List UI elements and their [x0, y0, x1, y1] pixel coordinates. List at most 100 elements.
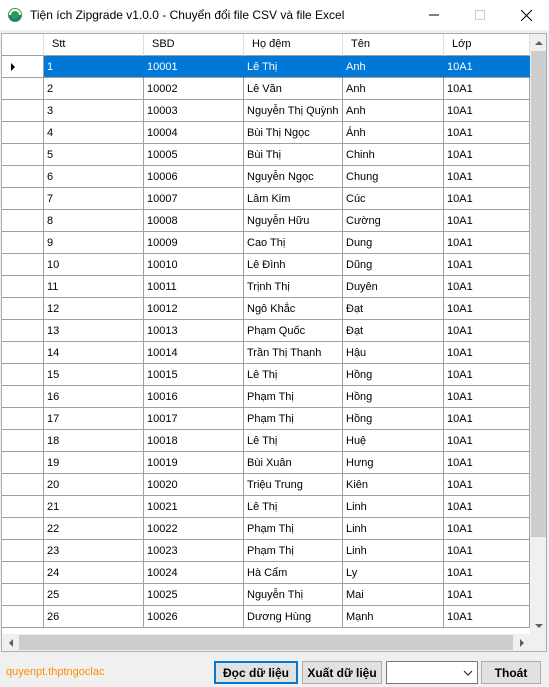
cell-ho-dem[interactable]: Ngô Khắc: [244, 298, 343, 320]
row-header[interactable]: [2, 166, 44, 188]
vertical-scroll-thumb[interactable]: [531, 51, 546, 537]
cell-ho-dem[interactable]: Bùi Thị Ngọc: [244, 122, 343, 144]
cell-ten[interactable]: Linh: [343, 518, 444, 540]
cell-stt[interactable]: 16: [44, 386, 144, 408]
cell-lop[interactable]: 10A1: [444, 606, 530, 628]
scroll-down-button[interactable]: [530, 617, 546, 634]
cell-lop[interactable]: 10A1: [444, 78, 530, 100]
cell-ten[interactable]: Hậu: [343, 342, 444, 364]
cell-lop[interactable]: 10A1: [444, 496, 530, 518]
cell-stt[interactable]: 11: [44, 276, 144, 298]
cell-ten[interactable]: Dung: [343, 232, 444, 254]
table-row[interactable]: 23 10023 Phạm Thị Linh 10A1: [2, 540, 530, 562]
cell-ten[interactable]: Đạt: [343, 298, 444, 320]
cell-lop[interactable]: 10A1: [444, 430, 530, 452]
cell-ho-dem[interactable]: Lê Thị: [244, 496, 343, 518]
cell-sbd[interactable]: 10020: [144, 474, 244, 496]
sheet-select[interactable]: [386, 661, 478, 684]
cell-lop[interactable]: 10A1: [444, 144, 530, 166]
cell-lop[interactable]: 10A1: [444, 364, 530, 386]
column-header-sbd[interactable]: SBD: [144, 34, 244, 56]
cell-stt[interactable]: 21: [44, 496, 144, 518]
row-header[interactable]: [2, 100, 44, 122]
row-header[interactable]: [2, 298, 44, 320]
cell-stt[interactable]: 1: [44, 56, 144, 78]
row-header[interactable]: [2, 144, 44, 166]
cell-stt[interactable]: 26: [44, 606, 144, 628]
cell-lop[interactable]: 10A1: [444, 562, 530, 584]
cell-sbd[interactable]: 10008: [144, 210, 244, 232]
cell-ten[interactable]: Cường: [343, 210, 444, 232]
table-row[interactable]: 11 10011 Trịnh Thị Duyên 10A1: [2, 276, 530, 298]
cell-lop[interactable]: 10A1: [444, 474, 530, 496]
cell-sbd[interactable]: 10010: [144, 254, 244, 276]
cell-ho-dem[interactable]: Cao Thị: [244, 232, 343, 254]
cell-stt[interactable]: 13: [44, 320, 144, 342]
row-header[interactable]: [2, 364, 44, 386]
cell-ho-dem[interactable]: Nguyễn Hữu: [244, 210, 343, 232]
cell-ho-dem[interactable]: Triệu Trung: [244, 474, 343, 496]
cell-sbd[interactable]: 10009: [144, 232, 244, 254]
cell-stt[interactable]: 17: [44, 408, 144, 430]
table-row[interactable]: 21 10021 Lê Thị Linh 10A1: [2, 496, 530, 518]
cell-sbd[interactable]: 10011: [144, 276, 244, 298]
cell-ten[interactable]: Chinh: [343, 144, 444, 166]
row-header[interactable]: [2, 386, 44, 408]
cell-ten[interactable]: Dũng: [343, 254, 444, 276]
cell-sbd[interactable]: 10025: [144, 584, 244, 606]
cell-lop[interactable]: 10A1: [444, 452, 530, 474]
row-header[interactable]: [2, 78, 44, 100]
cell-lop[interactable]: 10A1: [444, 342, 530, 364]
cell-stt[interactable]: 3: [44, 100, 144, 122]
table-row[interactable]: 5 10005 Bùi Thị Chinh 10A1: [2, 144, 530, 166]
cell-lop[interactable]: 10A1: [444, 298, 530, 320]
cell-ho-dem[interactable]: Trần Thị Thanh: [244, 342, 343, 364]
table-row[interactable]: 18 10018 Lê Thị Huệ 10A1: [2, 430, 530, 452]
cell-lop[interactable]: 10A1: [444, 188, 530, 210]
row-header[interactable]: [2, 232, 44, 254]
cell-sbd[interactable]: 10017: [144, 408, 244, 430]
cell-ten[interactable]: Anh: [343, 56, 444, 78]
row-header[interactable]: [2, 188, 44, 210]
cell-sbd[interactable]: 10007: [144, 188, 244, 210]
row-header[interactable]: [2, 430, 44, 452]
table-row[interactable]: 8 10008 Nguyễn Hữu Cường 10A1: [2, 210, 530, 232]
row-header[interactable]: [2, 210, 44, 232]
cell-lop[interactable]: 10A1: [444, 518, 530, 540]
table-row[interactable]: 13 10013 Phạm Quốc Đạt 10A1: [2, 320, 530, 342]
column-header-stt[interactable]: Stt: [44, 34, 144, 56]
cell-ho-dem[interactable]: Phạm Thị: [244, 408, 343, 430]
table-row[interactable]: 17 10017 Phạm Thị Hồng 10A1: [2, 408, 530, 430]
cell-sbd[interactable]: 10019: [144, 452, 244, 474]
scroll-left-button[interactable]: [2, 634, 19, 651]
minimize-button[interactable]: [411, 0, 457, 30]
table-row[interactable]: 2 10002 Lê Văn Anh 10A1: [2, 78, 530, 100]
cell-stt[interactable]: 8: [44, 210, 144, 232]
table-row[interactable]: 7 10007 Lâm Kim Cúc 10A1: [2, 188, 530, 210]
cell-stt[interactable]: 9: [44, 232, 144, 254]
cell-sbd[interactable]: 10016: [144, 386, 244, 408]
cell-lop[interactable]: 10A1: [444, 100, 530, 122]
cell-stt[interactable]: 12: [44, 298, 144, 320]
cell-ten[interactable]: Ánh: [343, 122, 444, 144]
cell-ho-dem[interactable]: Lâm Kim: [244, 188, 343, 210]
row-header[interactable]: [2, 276, 44, 298]
maximize-button[interactable]: [457, 0, 503, 30]
cell-lop[interactable]: 10A1: [444, 232, 530, 254]
cell-stt[interactable]: 5: [44, 144, 144, 166]
cell-lop[interactable]: 10A1: [444, 584, 530, 606]
row-header[interactable]: [2, 122, 44, 144]
cell-ho-dem[interactable]: Bùi Thị: [244, 144, 343, 166]
table-row[interactable]: 16 10016 Phạm Thị Hồng 10A1: [2, 386, 530, 408]
close-button[interactable]: [503, 0, 549, 30]
cell-ho-dem[interactable]: Lê Thị: [244, 56, 343, 78]
cell-stt[interactable]: 23: [44, 540, 144, 562]
cell-sbd[interactable]: 10005: [144, 144, 244, 166]
cell-ho-dem[interactable]: Bùi Xuân: [244, 452, 343, 474]
row-header[interactable]: [2, 496, 44, 518]
cell-sbd[interactable]: 10003: [144, 100, 244, 122]
column-header-lop[interactable]: Lớp: [444, 34, 530, 56]
cell-lop[interactable]: 10A1: [444, 408, 530, 430]
cell-stt[interactable]: 25: [44, 584, 144, 606]
cell-lop[interactable]: 10A1: [444, 254, 530, 276]
